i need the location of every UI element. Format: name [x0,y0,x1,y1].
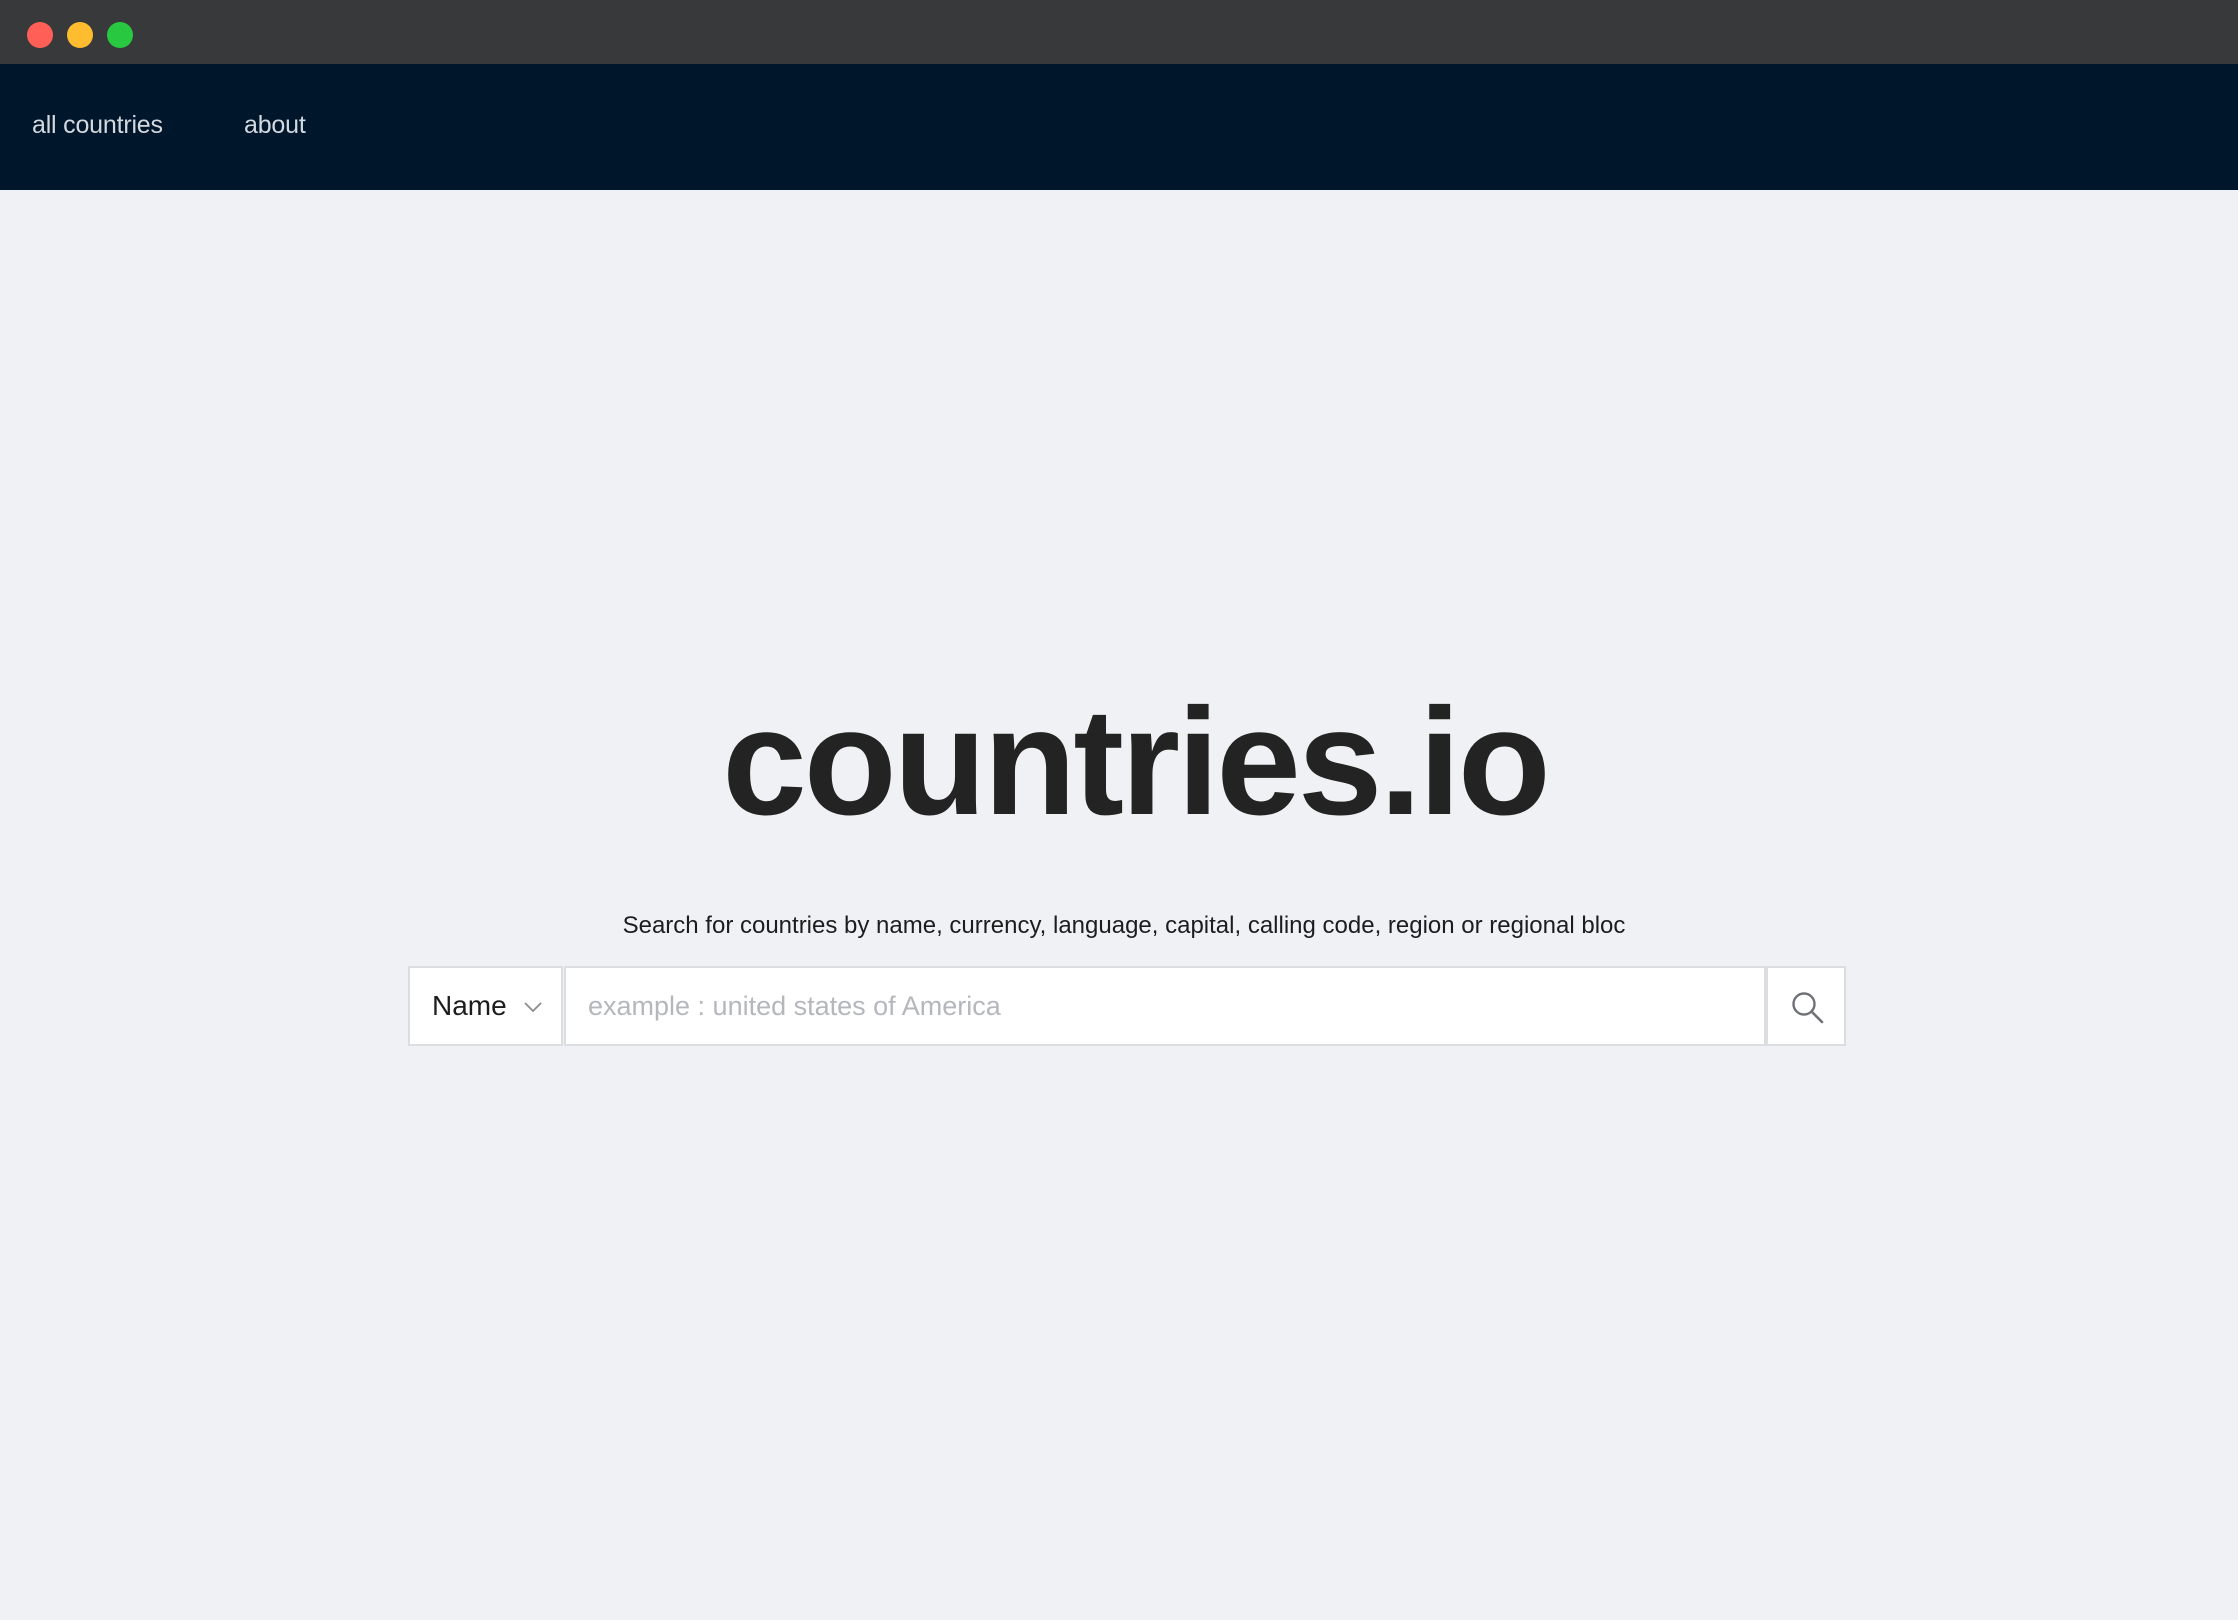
search-description: Search for countries by name, currency, … [622,912,1626,939]
window-close-button[interactable] [27,22,53,48]
search-icon [1792,992,1824,1024]
browser-window: all countries about countries.io Search … [0,0,2238,1620]
search-field-selected-label: Name [432,990,507,1021]
site-logo: countries.io [722,677,1550,847]
nav-link-about[interactable]: about [244,108,306,142]
search-field-dropdown[interactable]: Name [408,966,563,1046]
search-input[interactable] [564,966,1766,1046]
window-minimize-button[interactable] [67,22,93,48]
window-maximize-button[interactable] [107,22,133,48]
top-navbar: all countries about [0,64,2238,190]
nav-link-all-countries[interactable]: all countries [32,108,163,142]
chevron-down-icon [524,1002,542,1013]
search-bar: Name [408,966,1846,1046]
search-button[interactable] [1766,966,1846,1046]
window-titlebar [0,0,2238,64]
